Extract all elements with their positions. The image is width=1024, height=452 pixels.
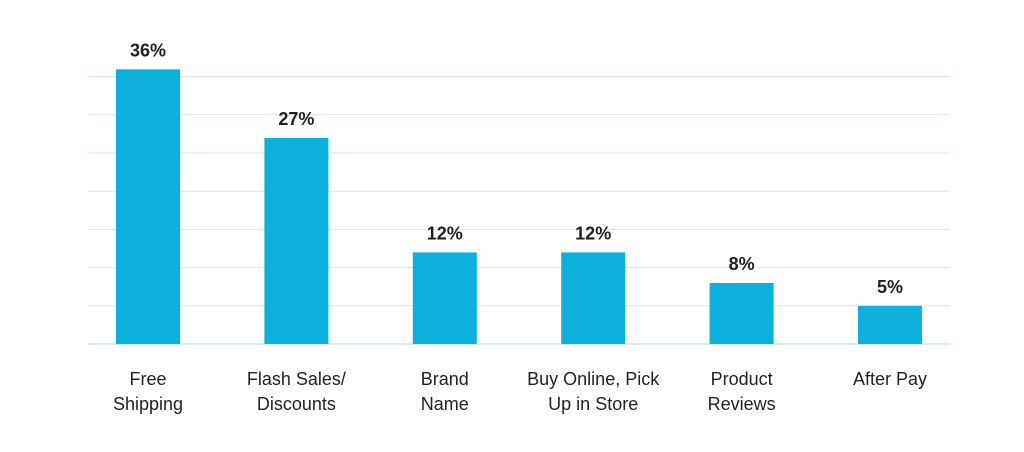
bar-4 [709, 283, 774, 344]
bar-2 [412, 252, 477, 344]
bar-value-label: 5% [877, 277, 903, 297]
bar-chart: 36% 27% 12% 12% 8% 5% Free Shipping Flash Sales… [88, 40, 950, 414]
category-label: Brand [421, 369, 469, 389]
gridlines [88, 76, 950, 345]
value-labels: 36% 27% 12% 12% 8% 5% [130, 40, 903, 297]
category-label: Reviews [708, 394, 776, 414]
bar-5 [858, 305, 922, 344]
bar-value-label: 27% [278, 109, 314, 129]
bar-value-label: 36% [130, 40, 166, 60]
bar-3 [561, 252, 626, 344]
bars [116, 69, 922, 345]
category-label: Up in Store [548, 394, 638, 414]
category-label: Flash Sales/ [247, 369, 346, 389]
bar-value-label: 12% [575, 223, 611, 243]
bar-value-label: 12% [427, 223, 463, 243]
category-label: Buy Online, Pick [527, 369, 660, 389]
category-labels: Free Shipping Flash Sales/Discounts Brand Na… [113, 369, 927, 414]
category-label: Product [711, 369, 773, 389]
bar-value-label: 8% [729, 254, 755, 274]
category-label: Discounts [257, 394, 336, 414]
category-label: After Pay [853, 369, 927, 389]
bar-0 [116, 69, 180, 345]
bar-1 [264, 138, 329, 344]
category-label: Shipping [113, 394, 183, 414]
category-label: Name [421, 394, 469, 414]
category-label: Free [129, 369, 166, 389]
